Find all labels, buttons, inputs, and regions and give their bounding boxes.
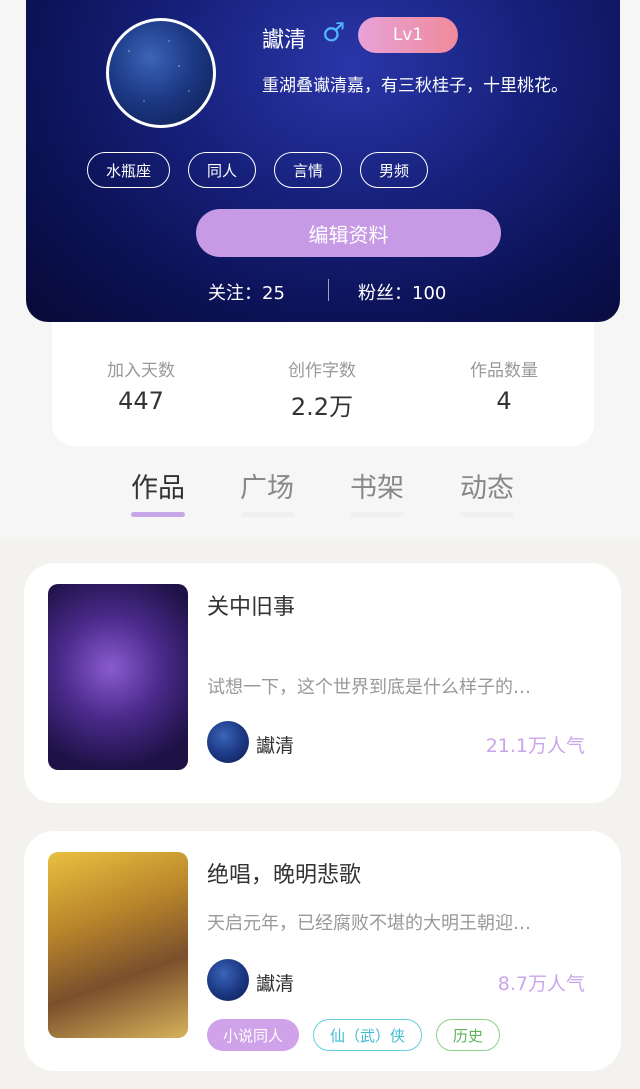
author-avatar[interactable]: [207, 721, 249, 763]
genre-tag[interactable]: 仙（武）侠: [313, 1019, 423, 1051]
work-card[interactable]: 关中旧事 试想一下，这个世界到底是什么样子的… 讞清 21.1万人气: [24, 563, 621, 803]
stat-works-count: 作品数量 4: [434, 356, 574, 415]
tab-underline: [241, 512, 295, 517]
tab-bookshelf[interactable]: 书架: [332, 466, 422, 505]
profile-tag: 男频: [360, 152, 429, 188]
male-icon: ♂: [322, 18, 346, 48]
profile-tag: 水瓶座: [87, 152, 171, 188]
edit-profile-button[interactable]: 编辑资料: [196, 209, 501, 257]
tab-square[interactable]: 广场: [222, 466, 312, 505]
stat-word-count: 创作字数 2.2万: [252, 356, 392, 422]
stat-label: 加入天数: [107, 361, 175, 381]
author-name[interactable]: 讞清: [256, 731, 294, 758]
stat-join-days: 加入天数 447: [71, 356, 211, 415]
stat-value: 4: [496, 387, 512, 415]
profile-tags: 水瓶座 同人 言情 男频: [87, 152, 429, 188]
work-title[interactable]: 关中旧事: [207, 589, 295, 621]
book-cover[interactable]: [48, 852, 188, 1038]
author-avatar[interactable]: [207, 959, 249, 1001]
work-card[interactable]: 绝唱，晚明悲歌 天启元年，已经腐败不堪的大明王朝迎… 讞清 8.7万人气 小说同…: [24, 831, 621, 1071]
tab-underline: [350, 512, 404, 517]
tab-works[interactable]: 作品: [113, 466, 203, 505]
follow-stats: 关注：25 粉丝：100: [0, 279, 640, 305]
profile-tag: 言情: [274, 152, 343, 188]
divider: [328, 279, 329, 301]
tab-bar: 作品 广场 书架 动态: [0, 466, 640, 526]
profile-tag: 同人: [188, 152, 257, 188]
tab-underline: [460, 512, 514, 517]
stat-label: 创作字数: [288, 361, 356, 381]
stats-card: 加入天数 447 创作字数 2.2万 作品数量 4: [52, 322, 594, 446]
followers-count[interactable]: 粉丝：100: [358, 279, 446, 305]
work-description: 试想一下，这个世界到底是什么样子的…: [207, 677, 531, 698]
genre-tags: 小说同人 仙（武）侠 历史: [207, 1019, 501, 1051]
genre-tag[interactable]: 小说同人: [207, 1019, 300, 1051]
popularity-count: 21.1万人气: [485, 735, 585, 757]
tab-indicator: [131, 512, 185, 517]
work-description: 天启元年，已经腐败不堪的大明王朝迎…: [207, 913, 531, 934]
book-cover[interactable]: [48, 584, 188, 770]
following-count[interactable]: 关注：25: [208, 279, 285, 305]
popularity-count: 8.7万人气: [497, 973, 585, 995]
level-badge: Lv1: [358, 17, 458, 53]
stat-value: 447: [118, 387, 164, 415]
tab-activity[interactable]: 动态: [442, 466, 532, 505]
work-title[interactable]: 绝唱，晚明悲歌: [207, 857, 361, 889]
author-name[interactable]: 讞清: [256, 969, 294, 996]
username: 讞清: [262, 28, 307, 53]
profile-header: 讞清 ♂ Lv1 重湖叠谳清嘉，有三秋桂子，十里桃花。 水瓶座 同人 言情 男频…: [26, 0, 620, 322]
profile-bio: 重湖叠谳清嘉，有三秋桂子，十里桃花。: [262, 76, 568, 96]
profile-avatar[interactable]: [106, 18, 216, 128]
stat-value: 2.2万: [290, 393, 354, 421]
stat-label: 作品数量: [470, 361, 538, 381]
genre-tag[interactable]: 历史: [436, 1019, 501, 1051]
